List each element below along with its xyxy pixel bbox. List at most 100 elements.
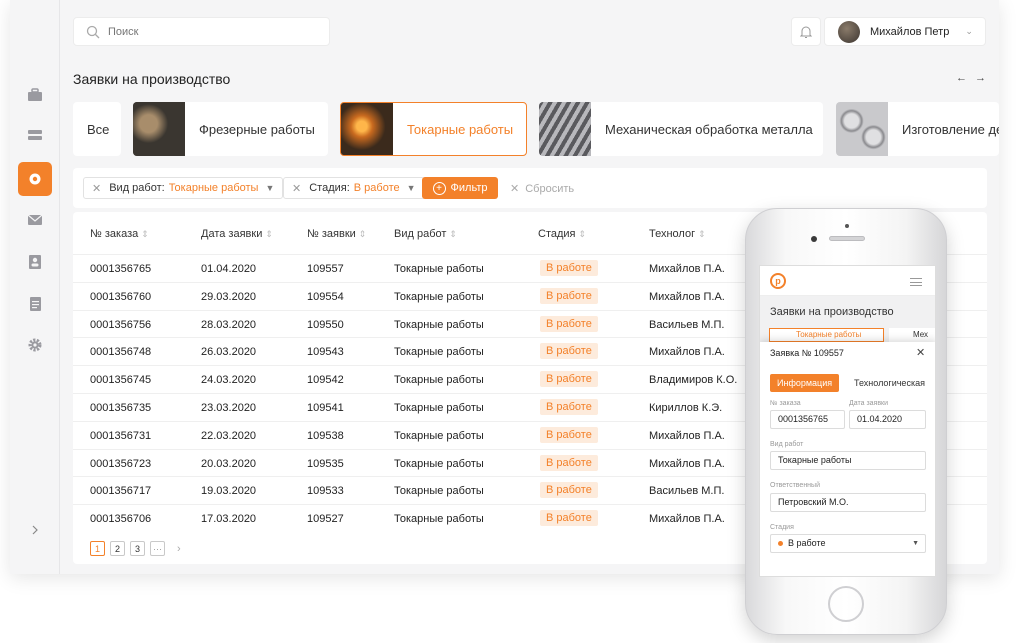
page-2-button[interactable]: 2 — [110, 541, 125, 556]
responsible-label: Ответственный — [770, 482, 820, 489]
table-cell: 109550 — [307, 318, 344, 331]
chevron-down-icon: ▼ — [265, 183, 275, 193]
filter-button-label: Фильтр — [450, 182, 488, 194]
table-cell: 109538 — [307, 429, 344, 442]
status-badge: В работе — [540, 371, 598, 388]
mobile-category-active[interactable]: Токарные работы — [769, 328, 884, 342]
filter-button[interactable]: + Фильтр — [422, 177, 498, 199]
search-box[interactable] — [73, 17, 330, 46]
request-date-label: Дата заявки — [849, 400, 889, 407]
responsible-field[interactable]: Петровский М.О. — [770, 493, 926, 512]
category-milling[interactable]: Фрезерные работы — [133, 102, 328, 156]
notifications-button[interactable] — [791, 17, 821, 46]
work-type-label: Вид работ — [770, 441, 804, 448]
close-icon[interactable]: ✕ — [916, 346, 925, 359]
expand-chevron-icon[interactable] — [22, 517, 48, 543]
arrow-left-icon[interactable]: ← — [956, 72, 975, 84]
sort-icon: ⇕ — [358, 229, 367, 239]
close-icon[interactable]: ✕ — [292, 182, 301, 195]
sidebar — [10, 0, 60, 574]
table-cell: 0001356756 — [90, 318, 152, 331]
tab-technological[interactable]: Технологическая — [847, 374, 932, 392]
filter-stage[interactable]: ✕ Стадия: В работе ▼ — [283, 177, 425, 199]
chevron-down-icon: ▼ — [406, 183, 416, 193]
category-manufacturing[interactable]: Изготовление де — [836, 102, 999, 156]
gear-icon[interactable] — [22, 332, 48, 358]
filter-work-type[interactable]: ✕ Вид работ: Токарные работы ▼ — [83, 177, 284, 199]
work-type-field[interactable]: Токарные работы — [770, 451, 926, 470]
table-cell: Токарные работы — [394, 374, 484, 387]
document-icon[interactable] — [22, 291, 48, 317]
category-all[interactable]: Все — [73, 102, 121, 156]
table-cell: Михайлов П.А. — [649, 457, 725, 470]
col-header-technologist[interactable]: Технолог ⇕ — [649, 228, 706, 240]
mobile-page-title: Заявки на производство — [770, 306, 894, 318]
table-cell: Васильев М.П. — [649, 318, 725, 331]
server-icon[interactable] — [22, 122, 48, 148]
table-cell: 109542 — [307, 374, 344, 387]
carousel-arrows[interactable]: ←→ — [956, 72, 994, 84]
col-header-order[interactable]: № заказа ⇕ — [90, 228, 149, 240]
header-label: Дата заявки — [201, 228, 263, 240]
status-badge: В работе — [540, 510, 598, 527]
order-modal: Заявка № 109557 ✕ Информация Технологиче… — [760, 342, 935, 576]
milling-image — [133, 102, 185, 156]
tab-information[interactable]: Информация — [770, 374, 840, 392]
col-header-stage[interactable]: Стадия ⇕ — [538, 228, 586, 240]
stage-label: Стадия — [770, 524, 794, 531]
close-icon[interactable]: ✕ — [92, 182, 101, 195]
page-1-button[interactable]: 1 — [90, 541, 105, 556]
col-header-date[interactable]: Дата заявки ⇕ — [201, 228, 273, 240]
arrow-right-icon[interactable]: → — [975, 72, 994, 84]
category-label: Токарные работы — [407, 121, 514, 137]
table-cell: 22.03.2020 — [201, 429, 257, 442]
mobile-category-next[interactable]: Мех — [889, 328, 935, 342]
table-cell: Владимиров К.О. — [649, 374, 738, 387]
category-metalworking[interactable]: Механическая обработка металла — [539, 102, 823, 156]
table-cell: Михайлов П.А. — [649, 263, 725, 275]
reset-label: Сбросить — [525, 183, 575, 195]
table-cell: 17.03.2020 — [201, 513, 257, 526]
status-badge: В работе — [540, 343, 598, 360]
mail-icon[interactable] — [22, 207, 48, 233]
modal-title: Заявка № 109557 — [770, 348, 844, 358]
production-icon[interactable] — [18, 162, 52, 196]
next-page-icon[interactable]: › — [177, 543, 181, 555]
contact-card-icon[interactable] — [22, 249, 48, 275]
user-menu[interactable]: Михайлов Петр ⌄ — [824, 17, 986, 46]
briefcase-icon[interactable] — [22, 82, 48, 108]
page-3-button[interactable]: 3 — [130, 541, 145, 556]
table-cell: 0001356706 — [90, 513, 152, 526]
turning-image — [341, 103, 393, 155]
filter-label: Вид работ: — [109, 182, 165, 194]
search-input[interactable] — [108, 25, 308, 38]
mobile-header: p — [760, 266, 935, 296]
request-date-field[interactable]: 01.04.2020 — [849, 410, 926, 429]
hamburger-menu-icon[interactable] — [910, 278, 922, 286]
category-turning[interactable]: Токарные работы — [340, 102, 527, 156]
status-dot-icon — [778, 541, 783, 547]
table-cell: 0001356748 — [90, 346, 152, 359]
reset-button[interactable]: ✕ Сбросить — [510, 182, 574, 195]
order-number-field[interactable]: 0001356765 — [770, 410, 845, 429]
table-cell: Михайлов П.А. — [649, 346, 725, 359]
sensor-dot — [845, 224, 849, 228]
pagination: 1 2 3 ··· › — [90, 541, 181, 556]
bearings-image — [836, 102, 888, 156]
bell-icon — [800, 26, 812, 38]
table-cell: 29.03.2020 — [201, 290, 257, 303]
table-cell: 109533 — [307, 485, 344, 498]
header-label: Вид работ — [394, 228, 447, 240]
stage-select[interactable]: В работе ▼ — [770, 534, 926, 553]
table-cell: 0001356723 — [90, 457, 152, 470]
plus-circle-icon: + — [432, 181, 446, 195]
table-cell: 109535 — [307, 457, 344, 470]
col-header-request[interactable]: № заявки ⇕ — [307, 228, 366, 240]
table-cell: Токарные работы — [394, 402, 484, 414]
table-cell: 01.04.2020 — [201, 263, 257, 275]
filter-value: Токарные работы — [168, 182, 259, 194]
home-button[interactable] — [828, 586, 864, 622]
col-header-work-type[interactable]: Вид работ ⇕ — [394, 228, 457, 240]
table-cell: 109554 — [307, 290, 344, 303]
more-pages-button[interactable]: ··· — [150, 541, 165, 556]
